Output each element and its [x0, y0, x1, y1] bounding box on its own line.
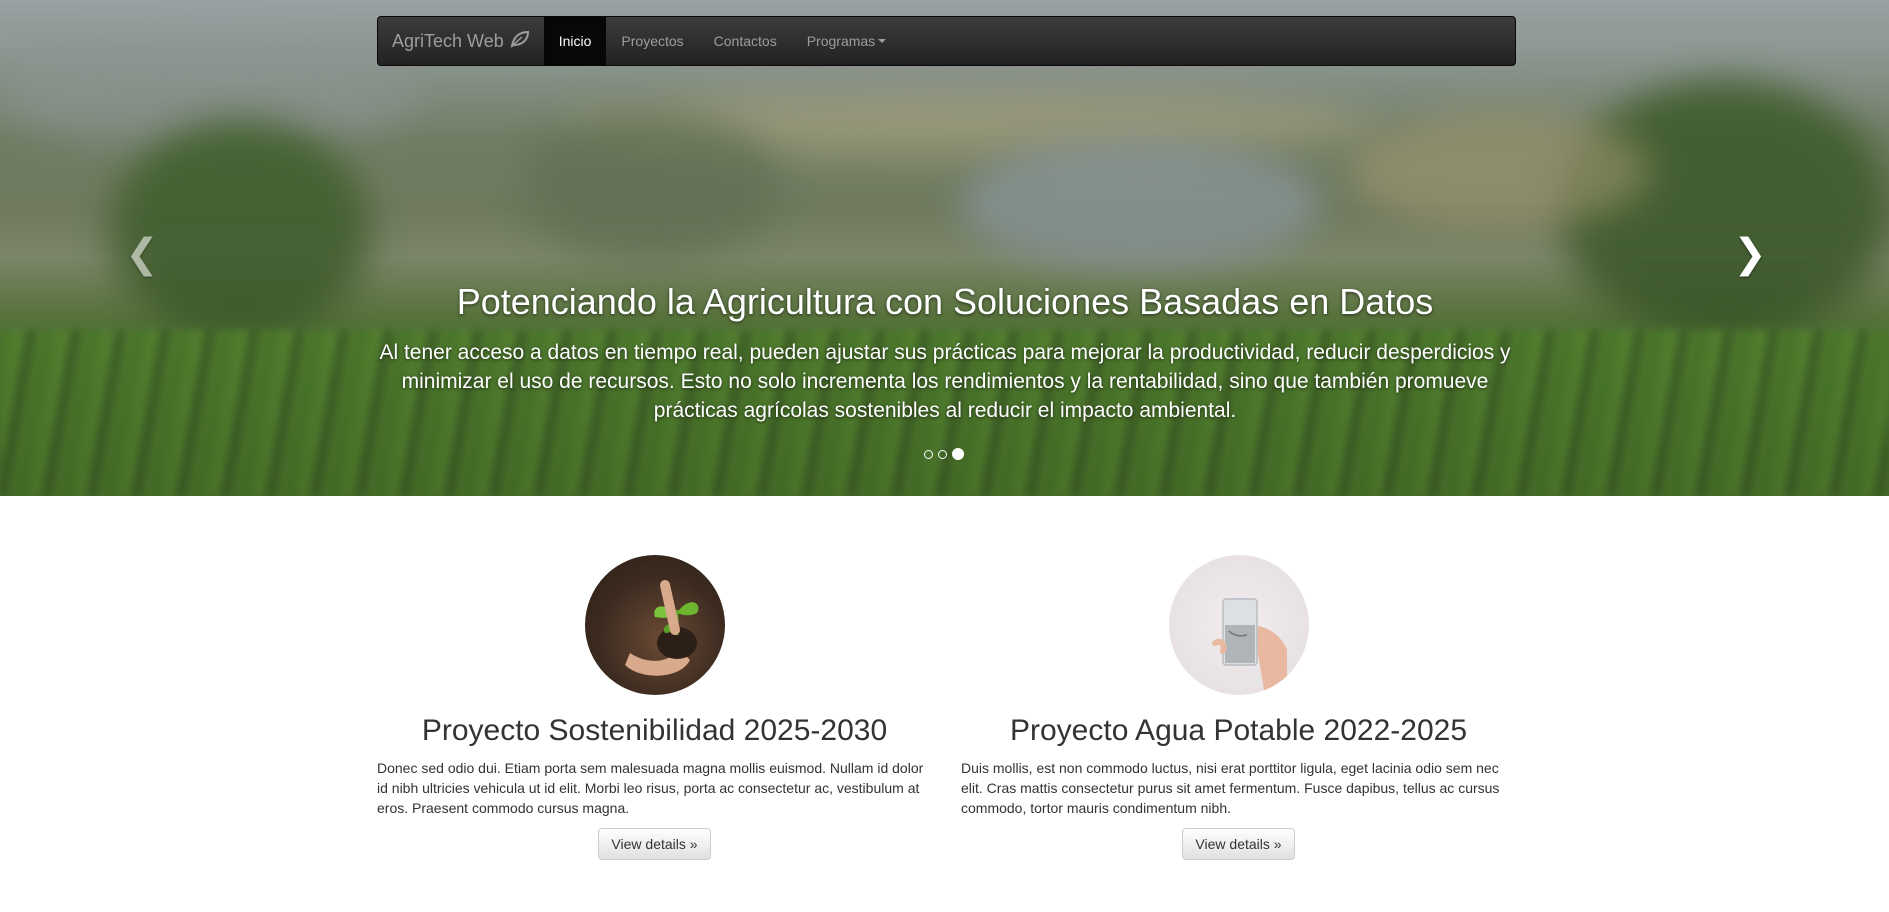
project-card: Proyecto Agua Potable 2022-2025 Duis mol… — [961, 555, 1516, 860]
project-description: Donec sed odio dui. Etiam porta sem male… — [377, 760, 924, 816]
nav-item-inicio[interactable]: Inicio — [543, 17, 607, 65]
project-title: Proyecto Sostenibilidad 2025-2030 — [421, 714, 888, 747]
view-details-button[interactable]: View details » — [598, 828, 711, 860]
navbar: AgriTech Web Inicio Proyectos Contactos … — [377, 16, 1516, 66]
chevron-left-icon[interactable]: ❮ — [124, 234, 160, 274]
nav-item-programas[interactable]: Programas — [792, 17, 901, 65]
hero-carousel: ❮ ❯ Potenciando la Agricultura con Soluc… — [0, 0, 1889, 496]
caret-down-icon — [878, 39, 887, 43]
chevron-right-icon[interactable]: ❯ — [1732, 234, 1768, 274]
project-title: Proyecto Agua Potable 2022-2025 — [1009, 714, 1468, 747]
carousel-text: Al tener acceso a datos en tiempo real, … — [379, 340, 1511, 422]
seedling-icon — [624, 580, 698, 676]
carousel-title: Potenciando la Agricultura con Solucione… — [456, 281, 1434, 322]
project-image — [584, 555, 725, 695]
carousel-indicator[interactable] — [924, 449, 933, 459]
project-image — [1168, 555, 1309, 695]
view-details-button[interactable]: View details » — [1182, 828, 1295, 860]
leaf-icon — [510, 30, 530, 53]
water-glass-icon — [1211, 598, 1287, 695]
nav-item-label: Programas — [806, 33, 876, 49]
carousel-indicator[interactable] — [938, 449, 947, 459]
nav-item-proyectos[interactable]: Proyectos — [606, 17, 698, 65]
carousel-indicator-active[interactable] — [952, 448, 964, 460]
project-description: Duis mollis, est non commodo luctus, nis… — [961, 760, 1500, 816]
nav-item-contactos[interactable]: Contactos — [699, 17, 792, 65]
brand-link[interactable]: AgriTech Web — [378, 17, 544, 65]
carousel-caption: Potenciando la Agricultura con Solucione… — [370, 282, 1520, 425]
carousel-indicators — [924, 448, 964, 460]
project-card: Proyecto Sostenibilidad 2025-2030 Donec … — [377, 555, 932, 860]
brand-name: AgriTech Web — [392, 30, 504, 51]
